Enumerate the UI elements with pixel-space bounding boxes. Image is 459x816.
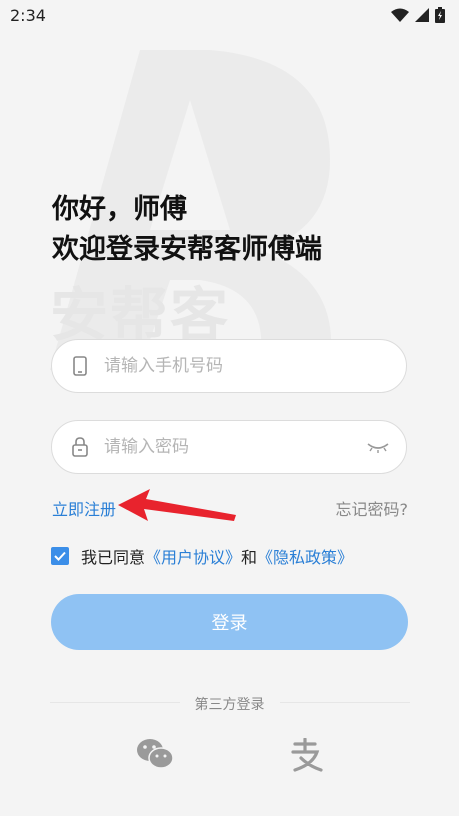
- greeting-line-2: 欢迎登录安帮客师傅端: [52, 234, 322, 265]
- agreement-and: 和: [241, 548, 258, 567]
- forgot-password-link[interactable]: 忘记密码?: [336, 496, 409, 520]
- alipay-icon[interactable]: [287, 738, 323, 772]
- greeting-line-1: 你好，师傅: [52, 194, 187, 225]
- wifi-icon: [391, 8, 409, 22]
- login-button[interactable]: 登录: [51, 594, 408, 650]
- agreement-checkbox[interactable]: [51, 547, 69, 565]
- status-bar: 2:34: [0, 0, 459, 34]
- agreement-prefix: 我已同意: [81, 548, 146, 567]
- password-input[interactable]: [102, 436, 366, 458]
- privacy-policy-link[interactable]: 《隐私政策》: [257, 544, 353, 568]
- password-field[interactable]: [51, 420, 407, 474]
- agreement-row: 我已同意 《用户协议》 和 《隐私政策》: [51, 544, 353, 568]
- wechat-icon[interactable]: [136, 738, 174, 770]
- status-icons: [391, 7, 445, 23]
- annotation-arrow-icon: [118, 489, 236, 521]
- signal-icon: [415, 8, 429, 22]
- battery-icon: [435, 7, 445, 23]
- phone-field[interactable]: [51, 339, 407, 393]
- register-link[interactable]: 立即注册: [52, 496, 116, 520]
- user-agreement-link[interactable]: 《用户协议》: [145, 544, 241, 568]
- eye-closed-icon[interactable]: [366, 439, 390, 455]
- greeting: 你好，师傅 欢迎登录安帮客师傅端: [52, 190, 322, 270]
- third-party-label: 第三方登录: [194, 697, 265, 713]
- status-time: 2:34: [10, 6, 46, 25]
- checkmark-icon: [54, 551, 66, 561]
- lock-icon: [70, 437, 90, 457]
- phone-icon: [70, 356, 90, 376]
- phone-input[interactable]: [102, 355, 406, 377]
